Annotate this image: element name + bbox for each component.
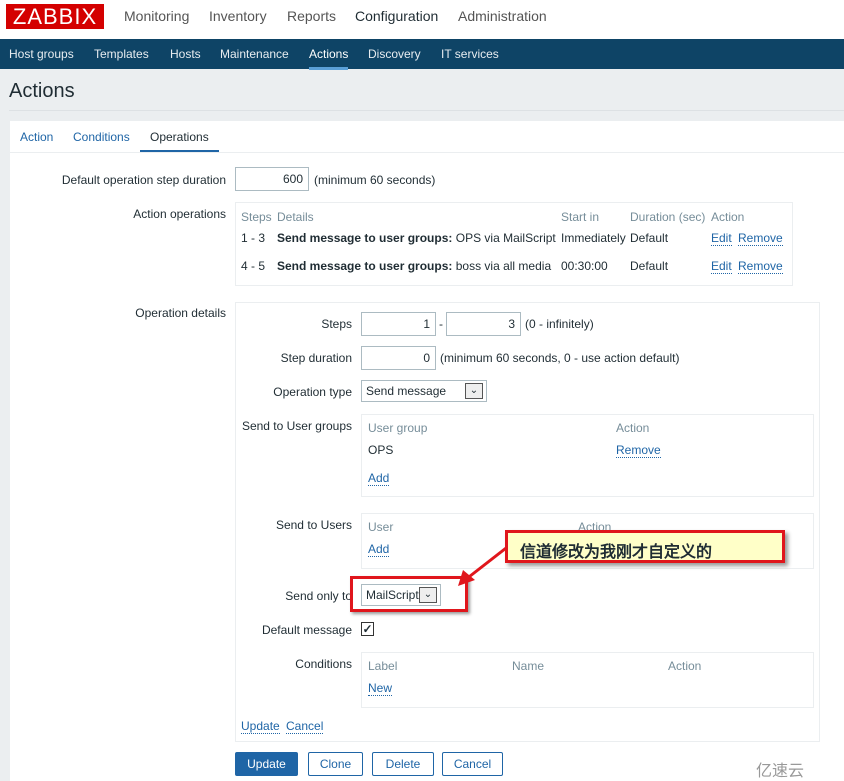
conditions-table <box>361 652 814 708</box>
op-detail-type: Send message to user groups: <box>277 259 453 273</box>
conditions-label: Conditions <box>295 657 352 671</box>
op-remove-link[interactable]: Remove <box>738 259 783 274</box>
menu-monitoring[interactable]: Monitoring <box>124 8 189 24</box>
op-start: Immediately <box>561 231 626 245</box>
steps-from-input[interactable]: 1 <box>361 312 436 336</box>
op-detail-text: OPS via MailScript <box>455 231 556 245</box>
annotation-callout: 信道修改为我刚才自定义的 <box>505 530 785 563</box>
op-edit-link[interactable]: Edit <box>711 231 732 246</box>
operation-update-link[interactable]: Update <box>241 719 280 734</box>
chevron-down-icon[interactable]: ⌄ <box>465 383 483 399</box>
submenu-it-services[interactable]: IT services <box>441 47 499 61</box>
op-duration: Default <box>630 259 669 273</box>
submenu-discovery[interactable]: Discovery <box>368 47 421 61</box>
zabbix-logo[interactable]: ZABBIX <box>6 4 104 29</box>
col-user: User <box>368 520 394 534</box>
steps-label: Steps <box>321 317 352 331</box>
op-detail-text: boss via all media <box>455 259 552 273</box>
condition-new-link[interactable]: New <box>368 681 393 696</box>
operation-cancel-link[interactable]: Cancel <box>286 719 324 734</box>
op-remove-link[interactable]: Remove <box>738 231 783 246</box>
users-label: Send to Users <box>275 518 352 532</box>
cancel-button[interactable]: Cancel <box>442 752 503 776</box>
action-operations-label: Action operations <box>133 207 226 221</box>
col-action: Action <box>711 210 745 224</box>
default-message-label: Default message <box>261 623 352 637</box>
user-group-name: OPS <box>368 443 394 457</box>
step-duration-label: Step duration <box>280 351 352 365</box>
col-steps: Steps <box>241 210 272 224</box>
user-group-add-link[interactable]: Add <box>368 471 390 486</box>
user-add-link[interactable]: Add <box>368 542 390 557</box>
tab-conditions[interactable]: Conditions <box>73 130 130 144</box>
col-action: Action <box>668 659 702 673</box>
user-group-remove-link[interactable]: Remove <box>616 443 661 458</box>
tab-operations[interactable]: Operations <box>140 130 219 153</box>
submenu-maintenance[interactable]: Maintenance <box>220 47 289 61</box>
col-duration: Duration (sec) <box>630 210 706 224</box>
col-user-group: User group <box>368 421 428 435</box>
menu-configuration[interactable]: Configuration <box>355 8 438 24</box>
step-duration-hint: (minimum 60 seconds, 0 - use action defa… <box>440 351 680 365</box>
tab-divider <box>10 152 844 153</box>
op-duration: Default <box>630 231 669 245</box>
operation-type-value: Send message <box>366 384 447 398</box>
user-groups-table <box>361 414 814 497</box>
op-steps: 1 - 3 <box>241 231 266 245</box>
submenu-actions[interactable]: Actions <box>309 47 349 70</box>
page-title: Actions <box>9 80 75 102</box>
send-only-to-label: Send only to <box>285 589 352 603</box>
col-action: Action <box>616 421 650 435</box>
col-label: Label <box>368 659 398 673</box>
menu-inventory[interactable]: Inventory <box>209 8 267 24</box>
steps-to-input[interactable]: 3 <box>446 312 521 336</box>
menu-administration[interactable]: Administration <box>458 8 547 24</box>
op-detail-type: Send message to user groups: <box>277 231 453 245</box>
steps-separator: - <box>439 317 443 331</box>
submenu-host-groups[interactable]: Host groups <box>9 47 74 61</box>
submenu-hosts[interactable]: Hosts <box>170 47 201 61</box>
default-step-label: Default operation step duration <box>61 173 226 187</box>
user-groups-label: Send to User groups <box>241 419 352 433</box>
op-steps: 4 - 5 <box>241 259 266 273</box>
op-details: Send message to user groups: boss via al… <box>277 259 551 273</box>
update-button[interactable]: Update <box>235 752 298 776</box>
menu-reports[interactable]: Reports <box>287 8 336 24</box>
op-start: 00:30:00 <box>561 259 608 273</box>
highlight-box <box>350 576 468 612</box>
delete-button[interactable]: Delete <box>372 752 434 776</box>
col-name: Name <box>512 659 545 673</box>
steps-hint: (0 - infinitely) <box>525 317 594 331</box>
default-step-hint: (minimum 60 seconds) <box>314 173 436 187</box>
col-details: Details <box>277 210 314 224</box>
default-message-checkbox[interactable]: ✓ <box>361 622 374 636</box>
clone-button[interactable]: Clone <box>308 752 363 776</box>
divider <box>9 110 844 111</box>
watermark: 亿速云 <box>756 763 805 780</box>
col-start-in: Start in <box>561 210 600 224</box>
step-duration-input[interactable]: 0 <box>361 346 436 370</box>
operation-type-label: Operation type <box>273 385 352 399</box>
submenu-templates[interactable]: Templates <box>94 47 149 61</box>
op-edit-link[interactable]: Edit <box>711 259 732 274</box>
op-details: Send message to user groups: OPS via Mai… <box>277 231 556 245</box>
default-step-input[interactable]: 600 <box>235 167 309 191</box>
tab-action[interactable]: Action <box>20 130 53 144</box>
